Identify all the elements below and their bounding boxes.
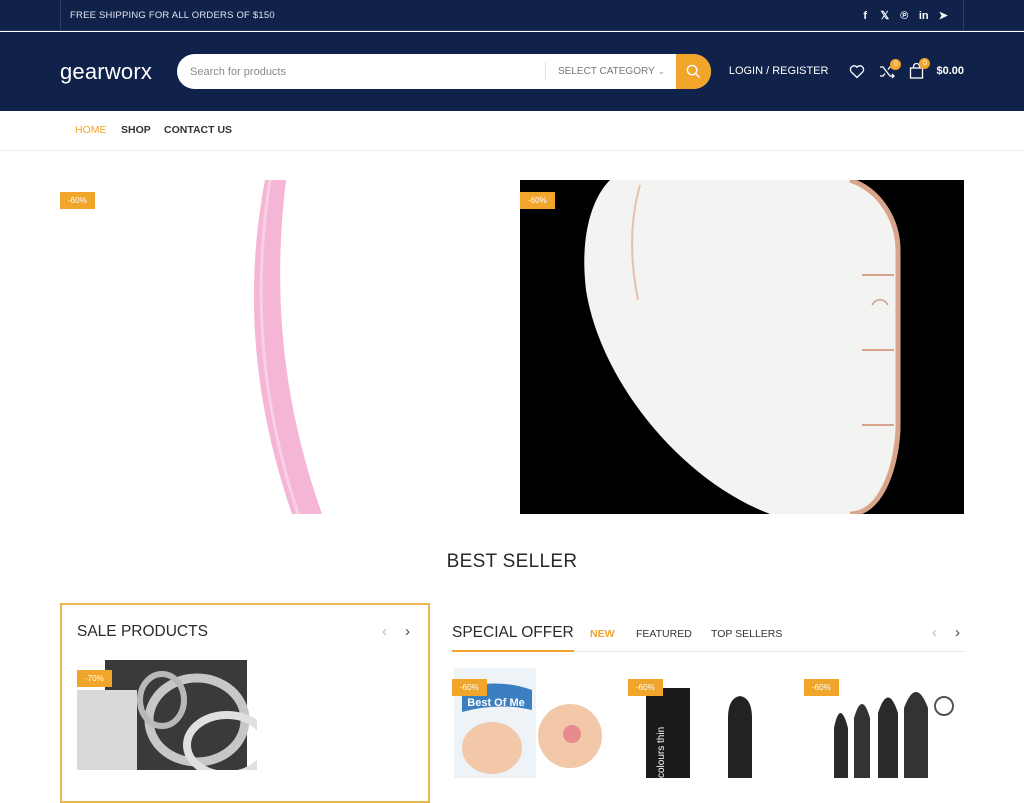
tab-top-sellers[interactable]: TOP SELLERS xyxy=(711,628,782,640)
promo-banner-1[interactable]: -60% xyxy=(60,180,504,514)
x-icon[interactable]: 𝕏 xyxy=(875,9,895,22)
category-select-label: SELECT CATEGORY xyxy=(558,66,655,77)
next-arrow-icon[interactable]: › xyxy=(405,623,410,640)
telegram-icon[interactable]: ➤ xyxy=(934,9,954,22)
header-actions: LOGIN / REGISTER 0 0 $0.00 xyxy=(729,58,964,82)
compare-button[interactable]: 0 xyxy=(879,58,902,79)
cart-total[interactable]: $0.00 xyxy=(936,65,964,77)
wishlist-button[interactable] xyxy=(849,64,865,79)
sale-products-widget: SALE PRODUCTS ‹ › -70% xyxy=(60,603,430,803)
white-device-product-image xyxy=(584,180,901,514)
product-card[interactable]: colours thin -60% xyxy=(628,668,788,778)
product-card[interactable]: Best Of Me -60% xyxy=(452,668,612,778)
nav-item-contact-us[interactable]: CONTACT US xyxy=(164,111,232,149)
discount-badge: -70% xyxy=(77,670,112,687)
cart-count-badge: 0 xyxy=(919,58,931,69)
category-select[interactable]: SELECT CATEGORY ⌄ xyxy=(545,62,675,81)
product-brand-text: colours thin xyxy=(656,727,667,778)
special-offer-tabs: SPECIAL OFFER NEW FEATURED TOP SELLERS ‹… xyxy=(452,618,964,652)
prev-arrow-icon[interactable]: ‹ xyxy=(932,624,937,641)
special-offer-title: SPECIAL OFFER xyxy=(452,624,574,652)
best-seller-heading: BEST SELLER xyxy=(446,551,578,572)
site-logo[interactable]: gearworx xyxy=(60,59,152,85)
nav-item-home[interactable]: HOME xyxy=(75,111,107,149)
tab-featured[interactable]: FEATURED xyxy=(636,628,692,640)
pink-ring-product-image xyxy=(253,180,322,514)
discount-badge: -60% xyxy=(628,679,663,696)
main-navigation: HOME SHOP CONTACT US xyxy=(0,111,1024,151)
search-input[interactable] xyxy=(177,54,545,89)
discount-badge: -60% xyxy=(804,679,839,696)
next-arrow-icon[interactable]: › xyxy=(955,624,960,641)
social-links: f 𝕏 ℗ in ➤ xyxy=(856,0,964,31)
promo-banner-2[interactable]: -60% xyxy=(520,180,964,514)
search-bar: SELECT CATEGORY ⌄ xyxy=(177,54,711,89)
facebook-icon[interactable]: f xyxy=(856,10,876,22)
product-brand-text: Best Of Me xyxy=(467,697,524,709)
chevron-down-icon: ⌄ xyxy=(657,66,665,76)
compare-count-badge: 0 xyxy=(890,58,902,70)
search-icon xyxy=(686,64,701,79)
discount-badge: -60% xyxy=(520,192,555,209)
login-register-link[interactable]: LOGIN / REGISTER xyxy=(729,65,829,77)
sale-product-card[interactable]: -70% xyxy=(77,660,257,770)
main-header: gearworx SELECT CATEGORY ⌄ LOGIN / REGIS… xyxy=(0,32,1024,111)
heart-icon xyxy=(850,64,865,78)
product-card[interactable]: -60% xyxy=(804,668,964,778)
cart-button[interactable]: 0 xyxy=(909,58,931,79)
linkedin-icon[interactable]: in xyxy=(914,10,934,22)
search-button[interactable] xyxy=(676,54,711,89)
top-bar: FREE SHIPPING FOR ALL ORDERS OF $150 f 𝕏… xyxy=(0,0,1024,31)
free-shipping-notice: FREE SHIPPING FOR ALL ORDERS OF $150 xyxy=(60,0,275,31)
nav-item-shop[interactable]: SHOP xyxy=(121,111,151,149)
discount-badge: -60% xyxy=(452,679,487,696)
sale-products-title: SALE PRODUCTS xyxy=(77,623,208,640)
tab-new[interactable]: NEW xyxy=(590,628,615,640)
discount-badge: -60% xyxy=(60,192,95,209)
pinterest-icon[interactable]: ℗ xyxy=(895,10,915,22)
prev-arrow-icon[interactable]: ‹ xyxy=(382,623,387,640)
